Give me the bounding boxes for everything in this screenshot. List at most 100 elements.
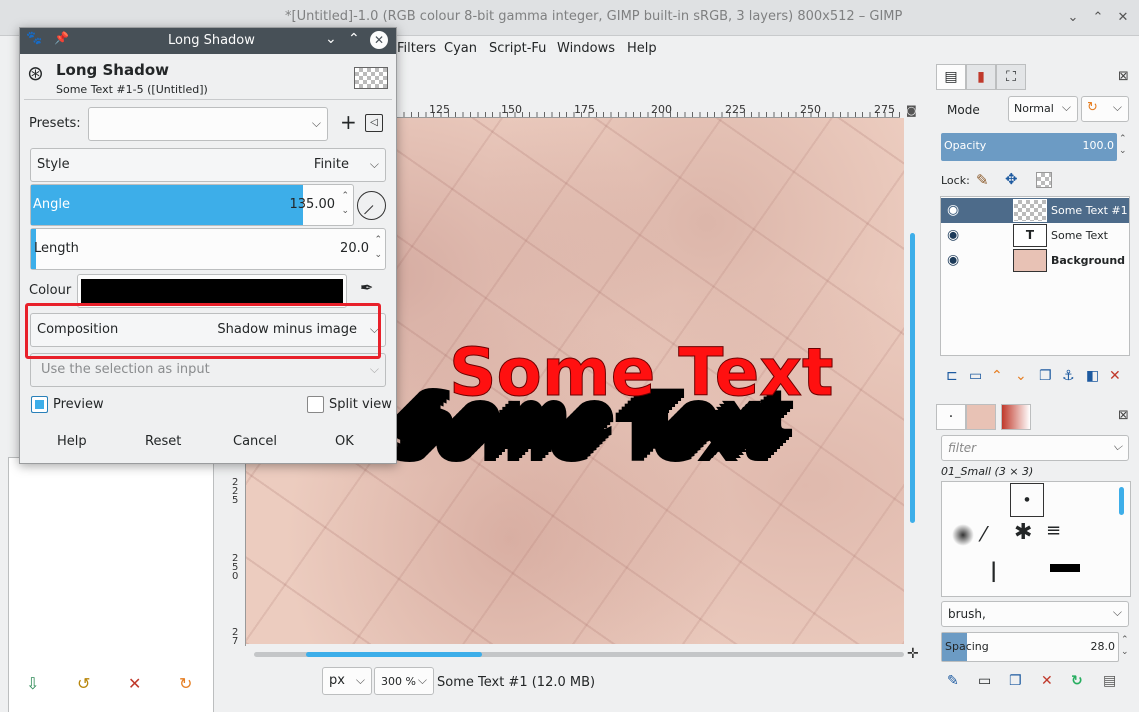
- ruler-tick: 200: [651, 103, 672, 116]
- open-brush-icon[interactable]: ▤: [1103, 673, 1116, 689]
- cancel-button[interactable]: Cancel: [233, 434, 277, 449]
- raise-layer-icon[interactable]: ⌃: [991, 368, 1003, 384]
- opacity-spin-icon[interactable]: ⌃ ⌄: [1119, 133, 1127, 157]
- restore-options-icon[interactable]: ↺: [77, 674, 90, 693]
- opacity-slider[interactable]: Opacity 100.0: [941, 133, 1117, 161]
- panel-menu-icon[interactable]: ⊠: [1118, 408, 1129, 423]
- maximize-icon[interactable]: ⌃: [1089, 9, 1107, 27]
- brush-tag-select[interactable]: brush, ⌵: [941, 601, 1129, 627]
- panel-menu-icon[interactable]: ⊠: [1118, 69, 1129, 84]
- layers-tab-icon[interactable]: ▤: [936, 64, 966, 90]
- length-spin-icon[interactable]: ⌃ ⌄: [374, 233, 382, 263]
- mode-switch-select[interactable]: ↻ ⌵: [1081, 96, 1129, 122]
- brush-grid[interactable]: ● ⁄ ✱ ≡ |: [941, 481, 1131, 597]
- brush-item[interactable]: [1050, 564, 1080, 572]
- unit-select[interactable]: px ⌵: [322, 667, 372, 695]
- menu-windows[interactable]: Windows: [557, 41, 615, 56]
- refresh-brushes-icon[interactable]: ↻: [1071, 673, 1083, 689]
- brush-item-selected[interactable]: ●: [1010, 483, 1044, 517]
- angle-dial-icon[interactable]: [357, 191, 386, 220]
- help-button[interactable]: Help: [57, 434, 87, 449]
- vertical-scrollbar[interactable]: [906, 118, 920, 644]
- patterns-tab-icon[interactable]: [966, 404, 996, 430]
- minimize-icon[interactable]: ⌄: [1064, 9, 1082, 27]
- layer-row[interactable]: ◉ Background: [941, 248, 1129, 273]
- brushes-tab-icon[interactable]: ·: [936, 404, 966, 430]
- eye-icon[interactable]: ◉: [947, 227, 959, 243]
- brush-scroll-thumb[interactable]: [1119, 487, 1124, 515]
- horizontal-scrollbar[interactable]: [246, 648, 906, 662]
- status-info: Some Text #1 (12.0 MB): [437, 675, 596, 690]
- reset-options-icon[interactable]: ↻: [179, 674, 192, 693]
- menu-help[interactable]: Help: [627, 41, 657, 56]
- unit-value: px: [329, 673, 345, 688]
- close-icon[interactable]: ✕: [370, 31, 388, 49]
- edit-brush-icon[interactable]: ✎: [947, 673, 959, 689]
- delete-options-icon[interactable]: ✕: [128, 674, 141, 693]
- split-view-checkbox[interactable]: [307, 396, 324, 413]
- zoom-select[interactable]: 300 % ⌵: [374, 667, 434, 695]
- anchor-layer-icon[interactable]: ⚓: [1062, 368, 1075, 384]
- angle-slider[interactable]: Angle 135.00 ⌃ ⌄: [30, 184, 354, 226]
- brush-filter-input[interactable]: filter ⌵: [941, 435, 1129, 461]
- mode-select[interactable]: Normal ⌵: [1008, 96, 1078, 122]
- chevron-down-icon: ⌵: [417, 673, 427, 687]
- reset-button[interactable]: Reset: [145, 434, 181, 449]
- color-picker-icon[interactable]: ✒: [360, 278, 373, 297]
- ok-button[interactable]: OK: [335, 434, 354, 449]
- brush-tag-value: brush,: [948, 607, 986, 621]
- paths-tab-icon[interactable]: ⛶: [996, 64, 1026, 90]
- zoom-nav-icon[interactable]: ◙: [906, 104, 917, 117]
- spacing-spin-icon[interactable]: ⌃ ⌄: [1121, 634, 1129, 658]
- gradients-tab-icon[interactable]: [1001, 404, 1031, 430]
- new-layer-group-icon[interactable]: ⊏: [946, 368, 958, 384]
- duplicate-brush-icon[interactable]: ❐: [1009, 673, 1022, 689]
- brush-item[interactable]: |: [990, 558, 997, 582]
- duplicate-layer-icon[interactable]: ❐: [1039, 368, 1052, 384]
- close-icon[interactable]: ✕: [1114, 9, 1132, 27]
- maximize-icon[interactable]: ⌃: [348, 31, 360, 47]
- add-preset-icon[interactable]: +: [340, 110, 357, 134]
- menu-filters[interactable]: Filters: [397, 41, 436, 56]
- angle-spin-icon[interactable]: ⌃ ⌄: [341, 189, 349, 219]
- eye-icon[interactable]: ◉: [947, 252, 959, 268]
- angle-label: Angle: [33, 197, 70, 212]
- lock-pixels-icon[interactable]: ✎: [976, 171, 989, 189]
- brush-item[interactable]: ✱: [1014, 520, 1032, 545]
- ruler-tick: 150: [501, 103, 522, 116]
- layer-row[interactable]: ◉ Some Text #1: [941, 198, 1129, 223]
- filter-placeholder: filter: [948, 441, 977, 455]
- spacing-slider[interactable]: Spacing 28.0: [941, 632, 1119, 662]
- chevron-down-icon: ⌵: [1112, 100, 1122, 114]
- chevron-down-icon: ⌵: [1061, 100, 1071, 114]
- channels-tab-icon[interactable]: ▮: [966, 64, 996, 90]
- new-layer-icon[interactable]: ▭: [969, 368, 982, 384]
- length-slider[interactable]: Length 20.0 ⌃ ⌄: [30, 228, 386, 270]
- menu-script-fu[interactable]: Script-Fu: [489, 41, 546, 56]
- lock-position-icon[interactable]: ✥: [1005, 170, 1018, 188]
- save-options-icon[interactable]: ⇩: [26, 674, 39, 693]
- brush-scrollbar[interactable]: [1117, 483, 1127, 595]
- brush-item[interactable]: [952, 524, 974, 546]
- minimize-icon[interactable]: ⌄: [325, 31, 337, 47]
- brush-item[interactable]: ⁄: [982, 522, 985, 546]
- delete-layer-icon[interactable]: ✕: [1109, 368, 1121, 384]
- delete-brush-icon[interactable]: ✕: [1041, 673, 1053, 689]
- lower-layer-icon[interactable]: ⌄: [1015, 368, 1027, 384]
- preset-menu-icon[interactable]: ◁: [365, 114, 383, 132]
- mask-layer-icon[interactable]: ◧: [1086, 368, 1099, 384]
- menu-cyan[interactable]: Cyan: [444, 41, 477, 56]
- lock-alpha-icon[interactable]: [1036, 172, 1052, 188]
- preview-checkbox[interactable]: [31, 396, 48, 413]
- eye-icon[interactable]: ◉: [947, 202, 959, 218]
- presets-select[interactable]: ⌵: [88, 107, 328, 141]
- vertical-scroll-thumb[interactable]: [910, 233, 915, 523]
- chevron-down-icon: ⌵: [369, 362, 379, 376]
- layer-row[interactable]: ◉ T Some Text: [941, 223, 1129, 248]
- brush-item[interactable]: ≡: [1046, 520, 1061, 541]
- horizontal-scroll-thumb[interactable]: [306, 652, 482, 657]
- pin-icon[interactable]: 📌: [54, 31, 69, 45]
- new-brush-icon[interactable]: ▭: [978, 673, 991, 689]
- navigate-icon[interactable]: ✛: [907, 646, 919, 662]
- style-select[interactable]: Style Finite ⌵: [30, 148, 386, 182]
